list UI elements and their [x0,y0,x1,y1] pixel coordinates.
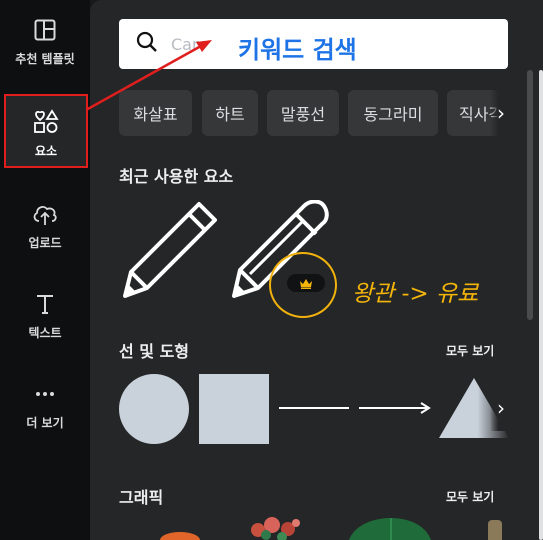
shape-square[interactable] [199,374,269,444]
shapes-see-all-link[interactable]: 모두 보기 [446,342,494,359]
keyword-search-annotation: 키워드 검색 [238,36,357,64]
sidebar-item-label: 더 보기 [26,416,64,430]
graphic-item[interactable] [488,520,502,540]
panel-scrollbar[interactable] [527,70,533,320]
sidebar-item-label: 업로드 [28,236,62,250]
sidebar: 추천 템플릿 요소 업로드 텍스트 더 보기 [0,0,90,540]
more-icon [31,380,59,408]
sidebar-item-label: 텍스트 [28,326,62,340]
chip-arrow[interactable]: 화살표 [119,90,192,136]
canvas-edge [539,70,543,540]
chip-heart[interactable]: 하트 [202,90,258,136]
elements-icon [32,108,60,136]
sidebar-item-text[interactable]: 텍스트 [0,290,90,341]
sidebar-item-label: 추천 템플릿 [15,52,75,66]
chip-circle[interactable]: 동그라미 [348,90,438,136]
graphics-see-all-link[interactable]: 모두 보기 [446,488,494,505]
graphics-section-title: 그래픽 [119,488,164,507]
chevron-right-icon[interactable]: › [490,385,512,431]
chip-speech-bubble[interactable]: 말풍선 [267,90,339,136]
premium-annotation: 왕관 -> 유료 [352,281,479,307]
sidebar-item-more[interactable]: 더 보기 [0,380,90,431]
crown-highlight-circle [269,252,337,318]
sidebar-item-templates[interactable]: 추천 템플릿 [0,16,90,67]
search-placeholder: Canva [171,34,199,54]
template-icon [31,16,59,44]
shape-circle[interactable] [119,374,189,444]
sidebar-item-label: 요소 [34,144,58,158]
recent-pencil-1[interactable] [119,200,219,304]
chevron-right-icon[interactable]: › [490,90,512,136]
recent-section-title: 최근 사용한 요소 [119,167,234,186]
shape-line[interactable] [279,400,351,420]
text-icon [31,290,59,318]
sidebar-item-elements[interactable]: 요소 [4,94,88,168]
upload-icon [31,200,59,228]
shape-arrow-line[interactable] [359,400,431,420]
sidebar-item-upload[interactable]: 업로드 [0,200,90,251]
graphic-monstera-leaf[interactable] [345,516,435,540]
suggestion-chips: 화살표 하트 말풍선 동그라미 직사각 [119,90,509,136]
search-icon [135,30,159,58]
graphic-flowers[interactable] [246,515,306,540]
shapes-section-title: 선 및 도형 [119,342,190,361]
